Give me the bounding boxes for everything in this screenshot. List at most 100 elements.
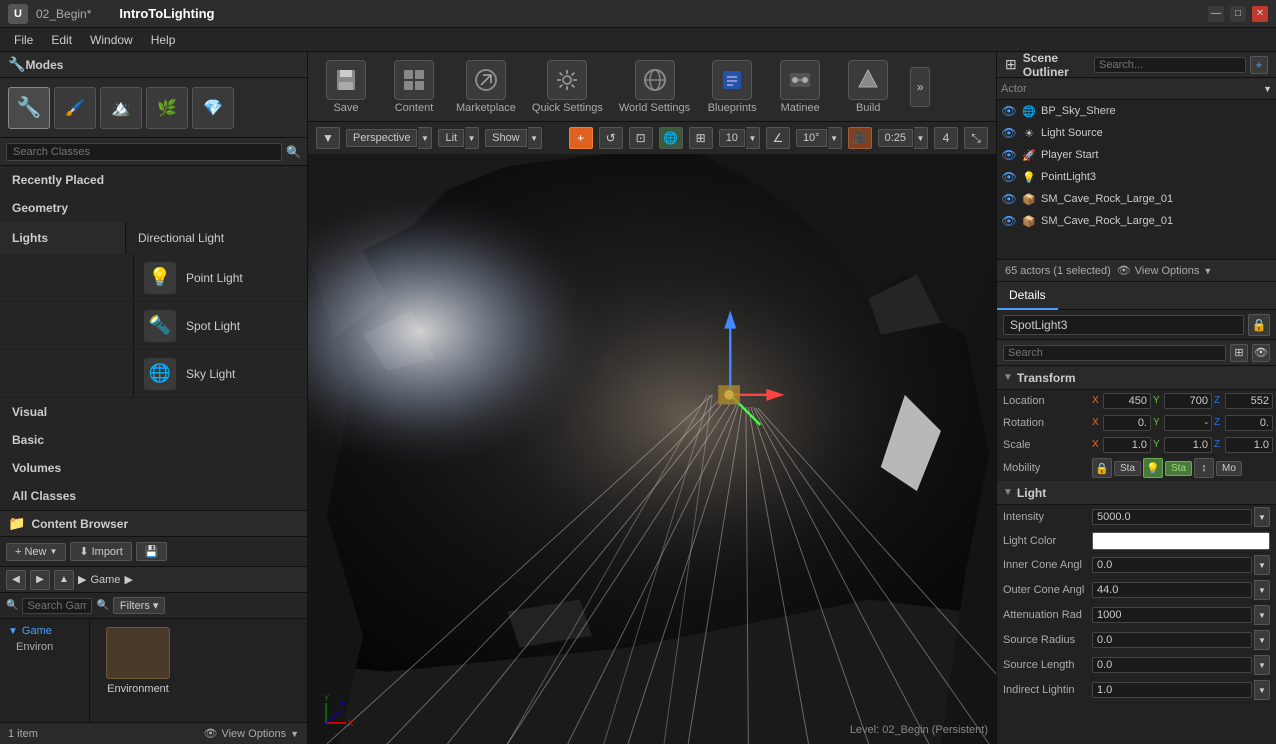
back-button[interactable]: ◀ (6, 570, 26, 590)
category-geometry[interactable]: Geometry (0, 194, 307, 222)
scale-icon[interactable]: ⊡ (629, 127, 653, 149)
grid-size-arrow[interactable]: ▼ (746, 127, 760, 149)
category-all-classes[interactable]: All Classes (0, 482, 307, 510)
time-button[interactable]: 0:25 (878, 129, 913, 147)
light-item-point[interactable]: 💡 Point Light (0, 254, 307, 302)
cam-num-icon[interactable]: 4 (934, 127, 958, 149)
mobility-stationary-icon[interactable]: 💡 (1143, 458, 1163, 478)
details-eye-view-button[interactable]: 👁 (1252, 344, 1270, 362)
details-search-input[interactable] (1003, 345, 1226, 361)
quick-settings-toolbar-button[interactable]: Quick Settings (532, 60, 603, 114)
import-button[interactable]: ⬇ Import (70, 542, 131, 561)
light-color-swatch[interactable] (1092, 532, 1270, 550)
maximize-button[interactable]: □ (1230, 6, 1246, 22)
save-toolbar-button[interactable]: Save (320, 60, 372, 114)
marketplace-toolbar-button[interactable]: Marketplace (456, 60, 516, 114)
rotation-y-input[interactable] (1164, 415, 1212, 431)
so-item-player-start[interactable]: 👁 🚀 Player Start (997, 144, 1276, 166)
maximize-viewport-icon[interactable]: ⤡ (964, 127, 988, 149)
mobility-movable-button[interactable]: Mo (1216, 461, 1242, 476)
details-tab[interactable]: Details (997, 282, 1058, 310)
location-z-input[interactable] (1225, 393, 1273, 409)
visibility-light-source-icon[interactable]: 👁 (1001, 125, 1017, 141)
lock-icon[interactable]: 🔒 (1248, 314, 1270, 336)
angle-snap-icon[interactable]: ∠ (766, 127, 790, 149)
so-view-options-button[interactable]: 👁 View Options ▼ (1117, 264, 1213, 277)
rotate-icon[interactable]: ↺ (599, 127, 623, 149)
angle-arrow[interactable]: ▼ (828, 127, 842, 149)
viewport-menu-icon[interactable]: ▼ (316, 127, 340, 149)
up-button[interactable]: ▲ (54, 570, 74, 590)
scale-x-input[interactable] (1103, 437, 1151, 453)
content-toolbar-button[interactable]: Content (388, 60, 440, 114)
matinee-toolbar-button[interactable]: Matinee (774, 60, 826, 114)
attenuation-spin-button[interactable]: ▼ (1254, 605, 1270, 625)
scale-y-input[interactable] (1164, 437, 1212, 453)
scale-z-input[interactable] (1225, 437, 1273, 453)
perspective-button[interactable]: Perspective (346, 129, 417, 147)
light-item-spot[interactable]: 🔦 Spot Light (0, 302, 307, 350)
outer-cone-input[interactable] (1092, 582, 1252, 598)
mobility-stationary-button[interactable]: Sta (1165, 461, 1192, 476)
menu-window[interactable]: Window (82, 31, 141, 49)
camera-speed-icon[interactable]: 🎥 (848, 127, 872, 149)
angle-button[interactable]: 10° (796, 129, 827, 147)
category-lights[interactable]: Lights (0, 222, 126, 254)
light-section-header[interactable]: ▼ Light (997, 481, 1276, 505)
minimize-button[interactable]: — (1208, 6, 1224, 22)
transform-section-header[interactable]: ▼ Transform (997, 366, 1276, 390)
visibility-bp-sky-icon[interactable]: 👁 (1001, 103, 1017, 119)
visibility-sm-cave-2-icon[interactable]: 👁 (1001, 213, 1017, 229)
translate-icon[interactable]: + (569, 127, 593, 149)
visibility-player-start-icon[interactable]: 👁 (1001, 147, 1017, 163)
search-game-input[interactable] (22, 598, 92, 614)
mobility-movable-icon[interactable]: ↕ (1194, 458, 1214, 478)
menu-help[interactable]: Help (143, 31, 184, 49)
folder-environment[interactable]: Environment (98, 627, 178, 695)
grid-size-button[interactable]: 10 (719, 129, 745, 147)
visibility-pointlight3-icon[interactable]: 👁 (1001, 169, 1017, 185)
category-volumes[interactable]: Volumes (0, 454, 307, 482)
new-button[interactable]: + New ▼ (6, 543, 66, 561)
lit-button[interactable]: Lit (438, 129, 464, 147)
attenuation-input[interactable] (1092, 607, 1252, 623)
indirect-lighting-spin-button[interactable]: ▼ (1254, 680, 1270, 700)
forward-button[interactable]: ▶ (30, 570, 50, 590)
location-x-input[interactable] (1103, 393, 1151, 409)
mode-landscape[interactable]: 🏔️ (100, 87, 142, 129)
mode-place[interactable]: 🔧 (8, 87, 50, 129)
rotation-z-input[interactable] (1225, 415, 1273, 431)
directional-light-item[interactable]: Directional Light (126, 222, 307, 254)
details-grid-view-button[interactable]: ⊞ (1230, 344, 1248, 362)
blueprints-toolbar-button[interactable]: Blueprints (706, 60, 758, 114)
inner-cone-input[interactable] (1092, 557, 1252, 573)
category-recently-placed[interactable]: Recently Placed (0, 166, 307, 194)
world-settings-toolbar-button[interactable]: World Settings (619, 60, 690, 114)
grid-icon[interactable]: ⊞ (689, 127, 713, 149)
so-item-light-source[interactable]: 👁 ☀ Light Source (997, 122, 1276, 144)
mode-foliage[interactable]: 🌿 (146, 87, 188, 129)
actor-name-input[interactable] (1003, 315, 1244, 335)
time-arrow[interactable]: ▼ (914, 127, 928, 149)
scene-outliner-search-input[interactable] (1094, 57, 1246, 73)
show-button[interactable]: Show (485, 129, 527, 147)
build-toolbar-button[interactable]: Build (842, 60, 894, 114)
menu-file[interactable]: File (6, 31, 41, 49)
source-length-input[interactable] (1092, 657, 1252, 673)
tree-item-game[interactable]: ▼ Game (4, 623, 85, 639)
intensity-spin-button[interactable]: ▼ (1254, 507, 1270, 527)
visibility-sm-cave-1-icon[interactable]: 👁 (1001, 191, 1017, 207)
mode-paint[interactable]: 🖌️ (54, 87, 96, 129)
category-visual[interactable]: Visual (0, 398, 307, 426)
outer-cone-spin-button[interactable]: ▼ (1254, 580, 1270, 600)
view-options-button[interactable]: 👁 View Options ▼ (204, 727, 300, 740)
more-toolbar-button[interactable]: » (910, 67, 930, 107)
scene-outliner-list[interactable]: 👁 🌐 BP_Sky_Shere 👁 ☀ Light Source 👁 🚀 Pl… (997, 100, 1276, 259)
rotation-x-input[interactable] (1103, 415, 1151, 431)
mobility-static-button[interactable]: Sta (1114, 461, 1141, 476)
mode-geometry[interactable]: 💎 (192, 87, 234, 129)
so-item-bp-sky[interactable]: 👁 🌐 BP_Sky_Shere (997, 100, 1276, 122)
menu-edit[interactable]: Edit (43, 31, 80, 49)
inner-cone-spin-button[interactable]: ▼ (1254, 555, 1270, 575)
search-classes-input[interactable] (6, 143, 282, 161)
